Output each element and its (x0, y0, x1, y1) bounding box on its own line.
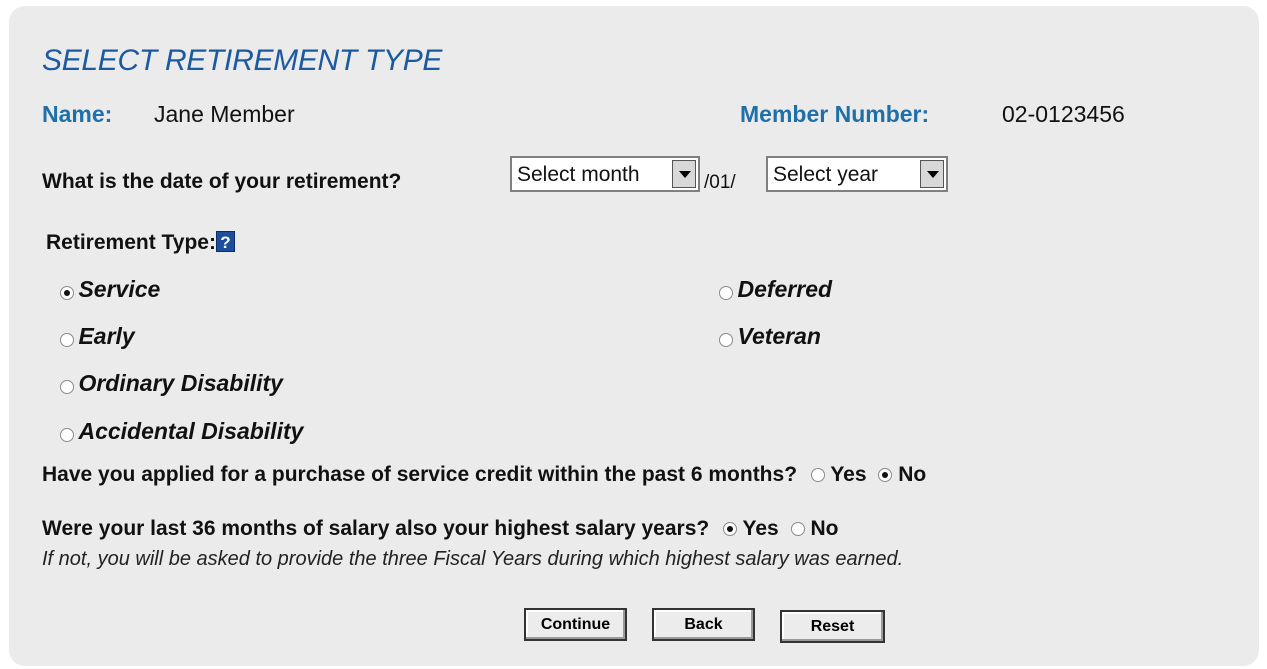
purchase-question-text: Have you applied for a purchase of servi… (42, 463, 798, 486)
purchase-service-credit-question: Have you applied for a purchase of servi… (42, 463, 926, 487)
option-early[interactable]: Early (60, 323, 135, 350)
purchase-yes-radio[interactable] (810, 468, 825, 483)
option-accidental-disability-label: Accidental Disability (78, 418, 304, 444)
radio-early[interactable] (60, 332, 74, 347)
salary-no-label: No (810, 517, 839, 540)
member-number-value: 02-0123456 (1002, 101, 1125, 127)
radio-deferred[interactable] (719, 285, 733, 300)
option-veteran-label: Veteran (737, 323, 821, 349)
purchase-no-label: No (898, 463, 927, 486)
continue-button[interactable]: Continue (524, 608, 627, 641)
month-dropdown-arrow-icon[interactable] (672, 160, 696, 188)
name-label: Name: (42, 101, 113, 127)
month-select-value: Select month (517, 163, 640, 186)
month-select[interactable]: Select month (510, 156, 700, 192)
reset-button[interactable]: Reset (780, 610, 885, 643)
salary-question-text: Were your last 36 months of salary also … (42, 517, 710, 540)
retirement-date-question: What is the date of your retirement? (42, 170, 402, 193)
retirement-type-label: Retirement Type:? (46, 231, 235, 255)
retirement-type-label-text: Retirement Type: (46, 231, 216, 254)
name-value: Jane Member (154, 101, 295, 127)
option-deferred[interactable]: Deferred (719, 276, 832, 303)
year-dropdown-arrow-icon[interactable] (920, 160, 944, 188)
option-service-label: Service (78, 276, 161, 302)
salary-note: If not, you will be asked to provide the… (42, 548, 904, 570)
purchase-no-radio[interactable] (878, 468, 893, 483)
member-number-label: Member Number: (740, 101, 930, 127)
highest-salary-question: Were your last 36 months of salary also … (42, 517, 838, 541)
back-button[interactable]: Back (652, 608, 755, 641)
option-early-label: Early (78, 323, 135, 349)
year-select-value: Select year (773, 163, 879, 186)
option-ordinary-disability-label: Ordinary Disability (78, 370, 283, 396)
option-veteran[interactable]: Veteran (719, 323, 821, 350)
salary-yes-radio[interactable] (723, 522, 738, 537)
radio-service[interactable] (60, 285, 74, 300)
option-accidental-disability[interactable]: Accidental Disability (60, 418, 303, 445)
help-icon[interactable]: ? (215, 231, 235, 252)
page-title: SELECT RETIREMENT TYPE (42, 44, 443, 77)
option-deferred-label: Deferred (737, 276, 833, 302)
salary-no-radio[interactable] (790, 522, 805, 537)
option-service[interactable]: Service (60, 276, 160, 303)
salary-yes-label: Yes (742, 517, 779, 540)
radio-veteran[interactable] (719, 332, 733, 347)
year-select[interactable]: Select year (766, 156, 948, 192)
retirement-form-panel: SELECT RETIREMENT TYPE Name: Jane Member… (9, 6, 1259, 666)
radio-accidental-disability[interactable] (60, 427, 74, 442)
option-ordinary-disability[interactable]: Ordinary Disability (60, 370, 283, 397)
radio-ordinary-disability[interactable] (60, 379, 74, 394)
date-separator: /01/ (704, 172, 736, 193)
purchase-yes-label: Yes (830, 463, 867, 486)
